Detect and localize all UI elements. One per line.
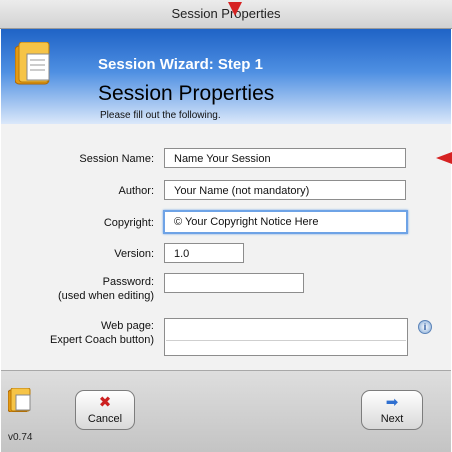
app-logo-icon bbox=[8, 388, 31, 412]
web-page-note: Expert Coach button) bbox=[50, 334, 154, 346]
web-page-divider bbox=[166, 340, 406, 341]
session-document-icon bbox=[15, 42, 50, 85]
session-properties-window: Session Properties Session Wizard: Step … bbox=[0, 0, 452, 452]
version-label: Version: bbox=[114, 248, 154, 260]
info-icon[interactable]: i bbox=[418, 320, 432, 334]
web-page-label: Web page: bbox=[100, 320, 154, 332]
author-label: Author: bbox=[118, 185, 154, 197]
window-titlebar: Session Properties bbox=[0, 0, 452, 29]
arrow-right-icon: ➡ bbox=[385, 394, 399, 411]
page-subtitle: Please fill out the following. bbox=[100, 110, 221, 121]
window-title: Session Properties bbox=[171, 6, 281, 21]
password-field[interactable] bbox=[164, 273, 304, 293]
version-number: v0.74 bbox=[8, 432, 33, 443]
password-label: Password: bbox=[102, 276, 154, 288]
wizard-header bbox=[1, 29, 451, 124]
cancel-label: Cancel bbox=[87, 413, 123, 425]
session-name-field[interactable]: Name Your Session bbox=[164, 148, 406, 168]
next-label: Next bbox=[380, 413, 404, 425]
version-field[interactable]: 1.0 bbox=[164, 243, 244, 263]
session-name-label: Session Name: bbox=[79, 153, 154, 165]
web-page-field[interactable] bbox=[164, 318, 408, 356]
cancel-button[interactable]: ✖ Cancel bbox=[75, 390, 135, 430]
next-button[interactable]: ➡ Next bbox=[361, 390, 423, 430]
annotation-arrow-left-icon bbox=[436, 152, 452, 164]
copyright-label: Copyright: bbox=[103, 217, 154, 229]
annotation-arrow-down-icon bbox=[228, 2, 242, 16]
copyright-field[interactable]: © Your Copyright Notice Here bbox=[163, 210, 408, 234]
author-field[interactable]: Your Name (not mandatory) bbox=[164, 180, 406, 200]
wizard-step-label: Session Wizard: Step 1 bbox=[98, 56, 263, 73]
password-note: (used when editing) bbox=[57, 290, 154, 302]
x-icon: ✖ bbox=[98, 394, 112, 411]
page-title: Session Properties bbox=[98, 82, 275, 105]
